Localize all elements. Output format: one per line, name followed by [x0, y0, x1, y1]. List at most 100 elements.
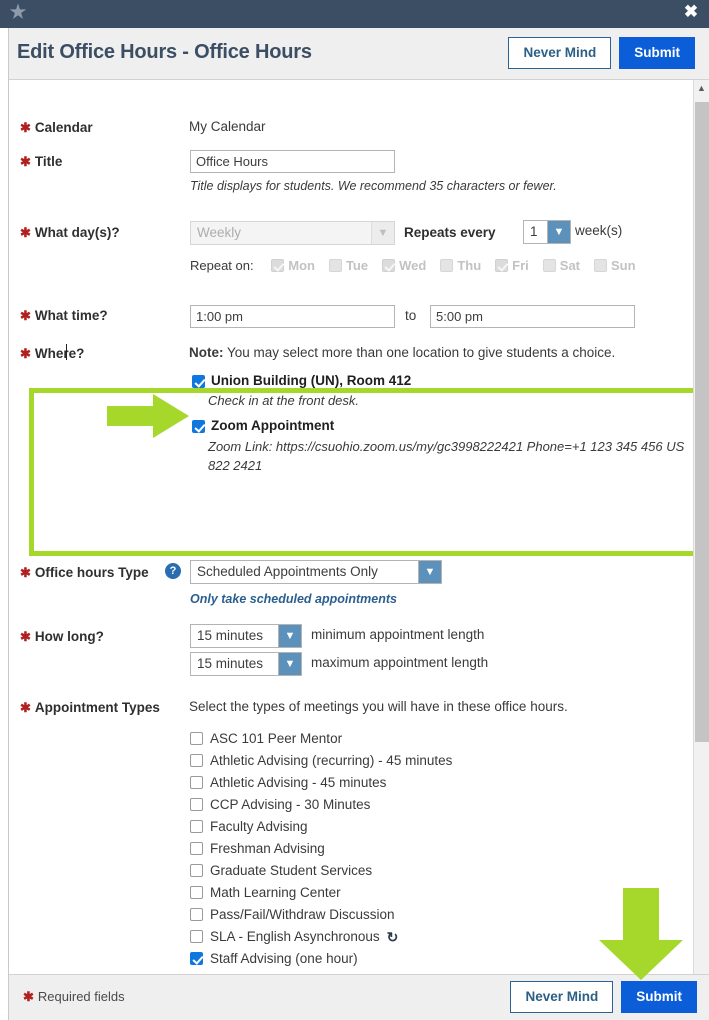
checkbox-icon [192, 375, 205, 388]
end-time-input[interactable] [430, 305, 635, 328]
checkbox-icon [328, 259, 342, 272]
scrollbar-thumb[interactable] [695, 102, 709, 742]
checkbox-icon [192, 420, 205, 433]
repeat-day-label: Mon [288, 258, 315, 273]
chevron-down-icon: ▼ [278, 625, 301, 647]
required-asterisk: ✱ [20, 308, 31, 323]
appointment-type-item[interactable]: Athletic Advising - 45 minutes [190, 772, 630, 794]
appointment-type-label: Athletic Advising - 45 minutes [210, 775, 387, 790]
repeat-day-label: Fri [512, 258, 529, 273]
appointment-type-label: Freshman Advising [210, 841, 325, 856]
required-asterisk: ✱ [20, 154, 31, 169]
repeat-on-group: Repeat on: Mon Tue Wed Thu Fri Sat Sun [190, 258, 636, 273]
appointment-type-label: Staff Advising (one hour) [210, 951, 358, 966]
scroll-up-arrow-icon[interactable]: ▲ [694, 80, 709, 96]
min-length-value: 15 minutes [197, 628, 264, 643]
modal-header: Edit Office Hours - Office Hours Never M… [9, 28, 709, 80]
title-input[interactable] [190, 150, 395, 173]
repeat-count-select[interactable]: 1 ▼ [523, 220, 571, 244]
never-mind-button-top[interactable]: Never Mind [508, 37, 612, 69]
green-arrow-down-annotation [599, 888, 683, 980]
checkbox-icon [495, 259, 509, 272]
required-asterisk: ✱ [20, 346, 31, 361]
how-long-label: ✱ How long? [20, 629, 104, 644]
appointment-types-list: ASC 101 Peer Mentor Athletic Advising (re… [190, 728, 630, 985]
appointment-type-item[interactable]: Athletic Advising (recurring) - 45 minut… [190, 750, 630, 772]
chevron-down-icon: ▼ [547, 221, 570, 243]
appointment-type-item[interactable]: SLA - English Asynchronous ↻ [190, 926, 630, 948]
checkbox-icon [542, 259, 556, 272]
repeat-day-sun[interactable]: Sun [594, 258, 636, 273]
location-checkbox-0[interactable] [192, 374, 205, 389]
appointment-type-item[interactable]: Staff Advising (one hour) [190, 948, 630, 970]
appointment-type-label: Athletic Advising (recurring) - 45 minut… [210, 753, 453, 768]
appointment-type-item[interactable]: CCP Advising - 30 Minutes [190, 794, 630, 816]
checkbox-icon [190, 930, 203, 943]
repeats-every-label: Repeats every [404, 225, 496, 240]
max-length-label: maximum appointment length [311, 655, 489, 670]
recurring-icon: ↻ [386, 929, 399, 945]
frequency-select[interactable]: Weekly ▼ [190, 221, 395, 245]
repeat-on-days: Mon Tue Wed Thu Fri Sat Sun [257, 258, 636, 273]
required-asterisk: ✱ [20, 565, 31, 580]
chevron-down-icon: ▼ [418, 561, 441, 583]
appointment-type-label: Graduate Student Services [210, 863, 373, 878]
appointment-type-item[interactable]: ASC 101 Peer Mentor [190, 728, 630, 750]
checkbox-icon [271, 259, 285, 272]
appointment-type-item[interactable]: Pass/Fail/Withdraw Discussion [190, 904, 630, 926]
repeat-day-thu[interactable]: Thu [440, 258, 481, 273]
appointment-types-label: ✱ Appointment Types [20, 700, 160, 715]
what-time-label: ✱ What time? [20, 308, 108, 323]
checkbox-icon [190, 798, 203, 811]
repeat-day-label: Wed [399, 258, 427, 273]
max-length-select[interactable]: 15 minutes ▼ [190, 652, 302, 676]
edit-office-hours-modal: Edit Office Hours - Office Hours Never M… [8, 28, 709, 1020]
appointment-type-label: SLA - English Asynchronous [210, 929, 380, 944]
appointment-type-label: ASC 101 Peer Mentor [210, 731, 343, 746]
repeat-day-label: Tue [345, 258, 369, 273]
repeat-day-label: Sun [611, 258, 636, 273]
repeat-day-wed[interactable]: Wed [382, 258, 426, 273]
repeat-day-fri[interactable]: Fri [495, 258, 529, 273]
time-to-label: to [405, 308, 417, 323]
min-length-select[interactable]: 15 minutes ▼ [190, 624, 302, 648]
start-time-input[interactable] [190, 305, 395, 328]
browser-topbar: ✖ [0, 0, 709, 28]
vertical-scrollbar[interactable]: ▲ ▼ [693, 80, 709, 985]
chevron-down-icon: ▼ [371, 222, 394, 244]
repeat-day-mon[interactable]: Mon [271, 258, 315, 273]
location-checkbox-1[interactable] [192, 419, 205, 434]
repeat-on-label: Repeat on: [190, 258, 254, 273]
repeat-day-label: Thu [457, 258, 482, 273]
appointment-type-item[interactable]: Math Learning Center [190, 882, 630, 904]
where-note: Note: You may select more than one locat… [189, 345, 615, 360]
appointment-type-item[interactable]: Graduate Student Services [190, 860, 630, 882]
never-mind-button-bottom[interactable]: Never Mind [510, 981, 614, 1013]
submit-button-top[interactable]: Submit [619, 37, 695, 69]
appointment-type-label: Math Learning Center [210, 885, 341, 900]
modal-footer: ✱ Required fields Never Mind Submit [9, 974, 709, 1020]
appointment-type-item[interactable]: Faculty Advising [190, 816, 630, 838]
appointment-type-item[interactable]: Freshman Advising [190, 838, 630, 860]
help-icon[interactable]: ? [165, 563, 181, 579]
repeat-day-tue[interactable]: Tue [328, 258, 369, 273]
location-detail-0: Check in at the front desk. [208, 393, 360, 408]
checkbox-icon [190, 754, 203, 767]
repeat-day-sat[interactable]: Sat [542, 258, 580, 273]
where-note-bold: Note: [189, 345, 224, 360]
required-asterisk: ✱ [23, 989, 34, 1004]
close-icon[interactable]: ✖ [681, 2, 701, 22]
submit-button-bottom[interactable]: Submit [621, 981, 697, 1013]
checkbox-icon [190, 952, 203, 965]
checkbox-icon [190, 886, 203, 899]
checkbox-icon [190, 776, 203, 789]
required-asterisk: ✱ [20, 120, 31, 135]
appointment-type-label: CCP Advising - 30 Minutes [210, 797, 371, 812]
checkbox-icon [190, 864, 203, 877]
checkbox-icon [382, 259, 396, 272]
checkbox-icon [440, 259, 454, 272]
required-asterisk: ✱ [20, 225, 31, 240]
appointment-type-label: Pass/Fail/Withdraw Discussion [210, 907, 395, 922]
office-hours-type-select[interactable]: Scheduled Appointments Only ▼ [190, 560, 442, 584]
where-note-text: You may select more than one location to… [223, 345, 616, 360]
